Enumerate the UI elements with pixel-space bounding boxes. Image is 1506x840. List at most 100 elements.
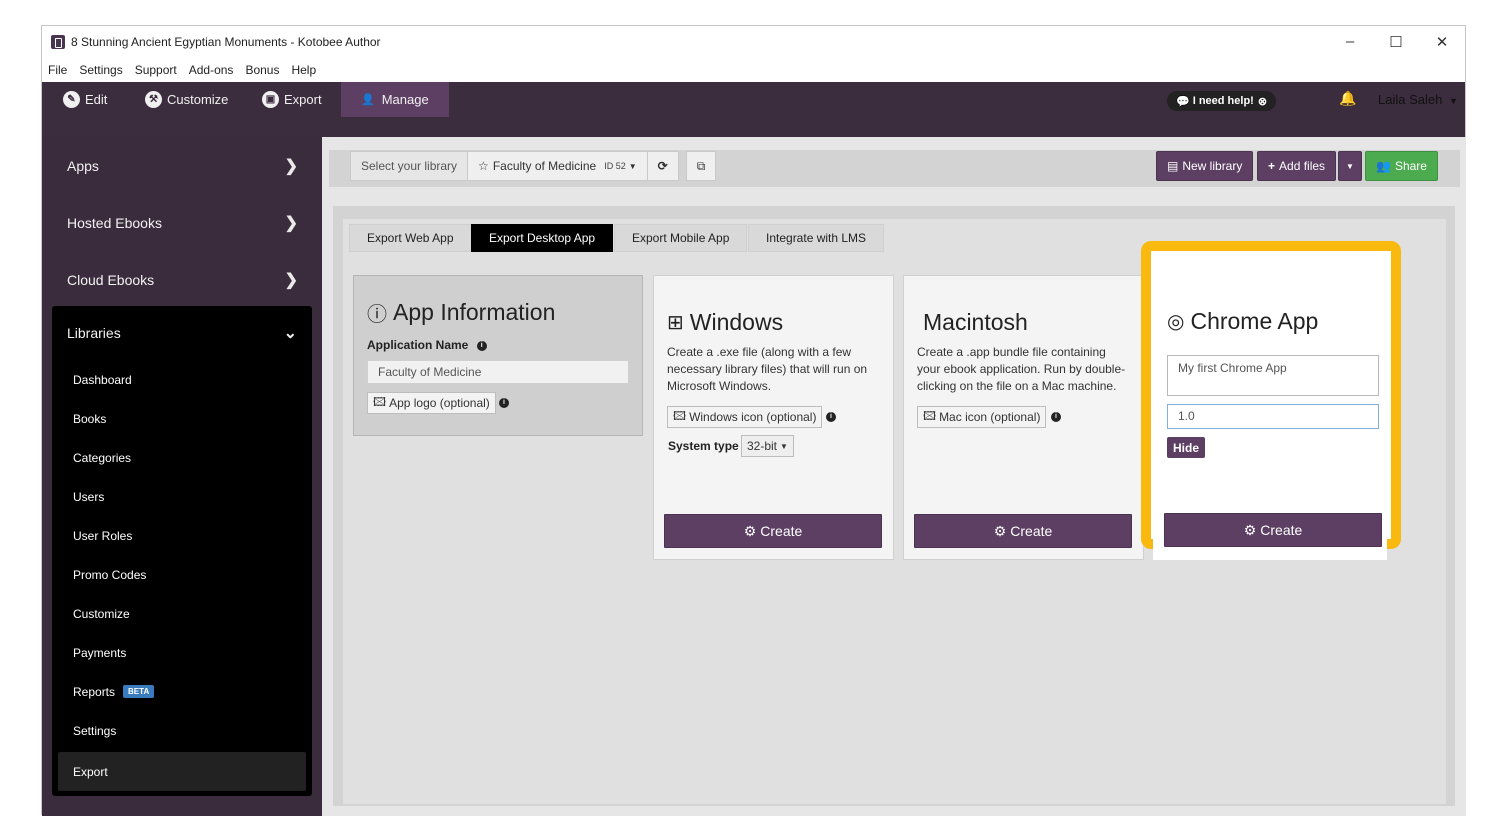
menu-file[interactable]: File [48, 63, 67, 77]
gear-icon: ⚙ [993, 522, 1007, 539]
minimize-button[interactable]: – [1327, 26, 1373, 57]
external-link-icon: ⧉ [696, 158, 706, 173]
menu-help[interactable]: Help [291, 63, 316, 77]
hide-button[interactable]: Hide [1167, 437, 1206, 458]
info-icon[interactable]: i [1051, 412, 1061, 422]
sidebar-item-label: Hosted Ebooks [67, 214, 162, 231]
windows-description: Create a .exe file (along with a few nec… [667, 345, 868, 393]
sidebar-item-dashboard[interactable]: Dashboard [52, 360, 312, 399]
chrome-create-button[interactable]: ⚙ Create [1164, 513, 1382, 547]
add-files-dropdown-button[interactable]: ▼ [1338, 151, 1362, 181]
library-dropdown[interactable]: ☆ Faculty of Medicine ID 52 ▼ [467, 151, 648, 181]
top-tab-bar: ✎ Edit ⚒ Customize ▣ Export 👤 Manage 💬 I… [42, 82, 1465, 117]
sidebar-item-users[interactable]: Users [52, 477, 312, 516]
tab-integrate-lms[interactable]: Integrate with LMS [748, 224, 885, 252]
tab-customize-label: Customize [167, 92, 229, 107]
sidebar-item-categories[interactable]: Categories [52, 438, 312, 477]
add-files-button[interactable]: + Add files [1257, 151, 1337, 181]
caret-down-icon: ▼ [780, 441, 788, 451]
mac-icon-button[interactable]: 🖾 Mac icon (optional) [917, 406, 1047, 428]
menu-add-ons[interactable]: Add-ons [189, 63, 234, 77]
sidebar-item-apps[interactable]: Apps ❯ [42, 137, 322, 194]
tab-export-web-app[interactable]: Export Web App [349, 224, 472, 252]
sidebar-item-reports[interactable]: Reports BETA [52, 672, 312, 711]
application-name-input[interactable]: Faculty of Medicine [367, 360, 629, 384]
sidebar-item-books[interactable]: Books [52, 399, 312, 438]
caret-down-icon: ▼ [1346, 161, 1354, 171]
share-button[interactable]: 👥 Share [1365, 151, 1438, 181]
refresh-button[interactable]: ⟳ [646, 151, 679, 181]
chrome-app-heading: Chrome App [1190, 308, 1319, 334]
chrome-app-version-input[interactable]: 1.0 [1167, 404, 1379, 429]
app-information-card: ⓘ App Information Application Name i Fac… [353, 275, 643, 436]
sidebar-item-customize[interactable]: Customize [52, 594, 312, 633]
app-information-title: ⓘ App Information [367, 298, 555, 327]
bell-icon[interactable]: 🔔 [1339, 90, 1356, 107]
add-user-icon: 👥 [1376, 159, 1391, 173]
caret-down-icon: ▼ [628, 161, 637, 171]
windows-create-button[interactable]: ⚙ Create [664, 514, 882, 548]
sidebar-item-export[interactable]: Export [58, 752, 306, 791]
library-selector: Select your library ☆ Faculty of Medicin… [350, 151, 717, 181]
library-id: ID 52 [604, 161, 626, 171]
title-bar: 8 Stunning Ancient Egyptian Monuments - … [42, 26, 1465, 57]
help-button[interactable]: 💬 I need help! ⊗ [1167, 91, 1277, 111]
app-information-heading: App Information [393, 299, 556, 325]
sidebar-item-user-roles[interactable]: User Roles [52, 516, 312, 555]
tab-export[interactable]: ▣ Export [262, 82, 322, 117]
user-menu[interactable]: Laila Saleh ▼ [1378, 92, 1458, 107]
create-label: Create [1260, 522, 1303, 538]
create-label: Create [1010, 523, 1053, 539]
new-library-button[interactable]: ▤ New library [1156, 151, 1254, 181]
sidebar-item-promo-codes[interactable]: Promo Codes [52, 555, 312, 594]
user-icon: 👤 [361, 94, 375, 106]
create-label: Create [760, 523, 803, 539]
chrome-logo-icon: ◎ [1167, 311, 1185, 333]
open-external-button[interactable]: ⧉ [685, 151, 717, 181]
chrome-app-title: ◎ Chrome App [1167, 308, 1318, 335]
export-icon: ▣ [262, 91, 279, 108]
libraries-panel: Libraries ⌄ Dashboard Books Categories U… [52, 306, 312, 796]
close-circle-icon: ⊗ [1257, 95, 1268, 108]
tab-edit[interactable]: ✎ Edit [63, 82, 107, 117]
menu-bonus[interactable]: Bonus [245, 63, 279, 77]
system-type-select[interactable]: 32-bit ▼ [741, 435, 794, 457]
image-icon: 🖾 [923, 408, 937, 423]
sidebar-item-payments[interactable]: Payments [52, 633, 312, 672]
application-name-label: Application Name i [367, 338, 487, 352]
info-icon[interactable]: i [499, 398, 509, 408]
app-logo-button[interactable]: 🖾 App logo (optional) [367, 392, 496, 414]
system-type-value: 32-bit [747, 439, 778, 453]
tab-export-mobile-app[interactable]: Export Mobile App [614, 224, 748, 252]
user-name: Laila Saleh [1378, 92, 1443, 107]
sidebar-item-libraries[interactable]: Libraries ⌄ [52, 306, 312, 360]
sidebar-item-settings[interactable]: Settings [52, 711, 312, 750]
gear-icon: ⚙ [743, 522, 757, 539]
pencil-icon: ✎ [63, 91, 80, 108]
tab-manage[interactable]: 👤 Manage [341, 82, 449, 117]
close-button[interactable]: ✕ [1419, 26, 1465, 57]
info-circle-icon: ⓘ [367, 304, 387, 326]
macintosh-description: Create a .app bundle file containing you… [917, 345, 1126, 393]
header-band [42, 117, 1465, 137]
star-icon: ☆ [478, 159, 489, 173]
tab-customize[interactable]: ⚒ Customize [145, 82, 228, 117]
chevron-right-icon: ❯ [284, 271, 298, 289]
menu-support[interactable]: Support [135, 63, 177, 77]
application-name-text: Application Name [367, 338, 469, 352]
chevron-down-icon: ⌄ [283, 325, 297, 342]
macintosh-create-button[interactable]: ⚙ Create [914, 514, 1132, 548]
gear-icon: ⚙ [1243, 521, 1257, 538]
sidebar-item-hosted-ebooks[interactable]: Hosted Ebooks ❯ [42, 194, 322, 251]
menu-bar: File Settings Support Add-ons Bonus Help [42, 57, 1465, 82]
sidebar-item-label: Apps [67, 157, 99, 174]
menu-settings[interactable]: Settings [79, 63, 122, 77]
windows-icon-button[interactable]: 🖾 Windows icon (optional) [667, 406, 823, 428]
sidebar-item-cloud-ebooks[interactable]: Cloud Ebooks ❯ [42, 251, 322, 308]
info-icon[interactable]: i [476, 340, 487, 351]
sidebar-item-label: Reports [73, 684, 116, 699]
chrome-app-name-input[interactable]: My first Chrome App [1167, 355, 1379, 396]
info-icon[interactable]: i [826, 412, 836, 422]
maximize-button[interactable]: ☐ [1373, 26, 1419, 57]
tab-export-desktop-app[interactable]: Export Desktop App [471, 224, 614, 252]
